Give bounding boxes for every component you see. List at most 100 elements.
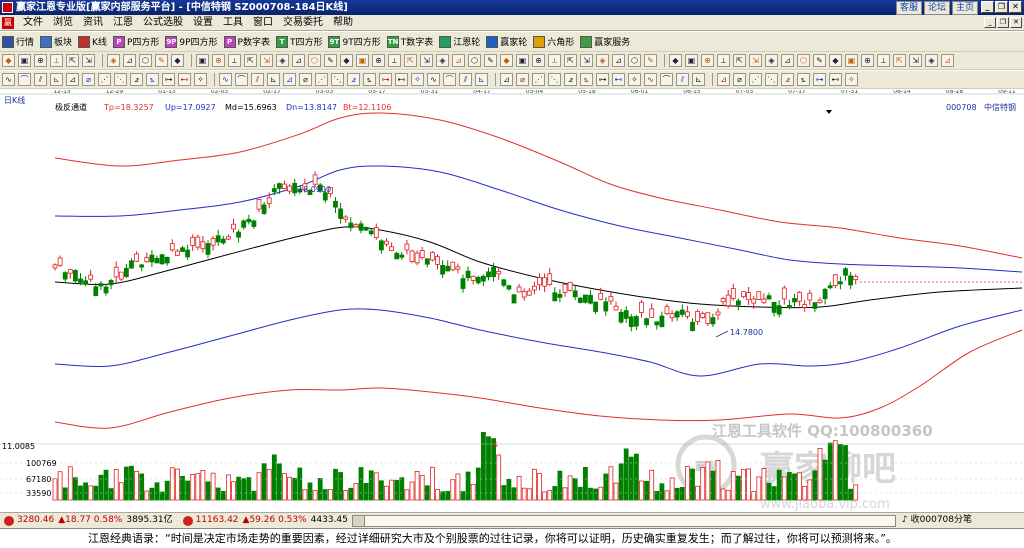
drawing-tool-icon[interactable]: ▣	[356, 54, 369, 67]
gann-tool-icon[interactable]: ⊷	[178, 73, 191, 86]
drawing-tool-icon[interactable]: ◆	[340, 54, 353, 67]
drawing-tool-icon[interactable]: ⟂	[548, 54, 561, 67]
gann-tool-icon[interactable]: ⌀	[733, 73, 746, 86]
toolbar-t-square-button[interactable]: T T四方形	[275, 35, 322, 48]
gann-tool-icon[interactable]: ⊾	[50, 73, 63, 86]
gann-tool-icon[interactable]: ⋰	[98, 73, 111, 86]
drawing-tool-icon[interactable]: ⇲	[82, 54, 95, 67]
doc-minimize-icon[interactable]: _	[984, 17, 996, 28]
drawing-tool-icon[interactable]: ⊿	[612, 54, 625, 67]
drawing-tool-icon[interactable]: ⇲	[749, 54, 762, 67]
toolbar-9p-square-button[interactable]: 9P 9P四方形	[165, 35, 218, 48]
gann-tool-icon[interactable]: ⫽	[251, 73, 264, 86]
gann-tool-icon[interactable]: ⊶	[596, 73, 609, 86]
menu-trading[interactable]: 交易委托	[278, 15, 328, 30]
toolbar-p-number-button[interactable]: P P数字表	[223, 35, 270, 48]
menu-news[interactable]: 资讯	[78, 15, 108, 30]
toolbar-hexagon-button[interactable]: 六角形	[533, 35, 574, 48]
gann-tool-icon[interactable]: ✧	[845, 73, 858, 86]
drawing-tool-icon[interactable]: ◆	[500, 54, 513, 67]
drawing-tool-icon[interactable]: ⬡	[628, 54, 641, 67]
toolbar-winner-wheel-button[interactable]: 赢家轮	[486, 35, 527, 48]
toolbar-grid-button[interactable]: 行情	[2, 35, 34, 48]
toolbar-p-square-button[interactable]: P P四方形	[112, 35, 159, 48]
gann-tool-icon[interactable]: ∿	[219, 73, 232, 86]
gann-tool-icon[interactable]: ⊾	[267, 73, 280, 86]
gann-tool-icon[interactable]: ⋱	[548, 73, 561, 86]
drawing-tool-icon[interactable]: ⊕	[532, 54, 545, 67]
drawing-tool-icon[interactable]: ⟂	[228, 54, 241, 67]
drawing-tool-icon[interactable]: ✎	[324, 54, 337, 67]
toolbar-kline-button[interactable]: K线	[78, 35, 107, 48]
drawing-tool-icon[interactable]: ✎	[155, 54, 168, 67]
gann-tool-icon[interactable]: ⊿	[66, 73, 79, 86]
drawing-tool-icon[interactable]: ⟂	[717, 54, 730, 67]
drawing-tool-icon[interactable]: ◈	[925, 54, 938, 67]
gann-tool-icon[interactable]: ⊿	[717, 73, 730, 86]
gann-tool-icon[interactable]: ⊿	[500, 73, 513, 86]
gann-tool-icon[interactable]: ✧	[411, 73, 424, 86]
gann-tool-icon[interactable]: ⫽	[676, 73, 689, 86]
gann-tool-icon[interactable]: ⊿	[283, 73, 296, 86]
drawing-tool-icon[interactable]: ⊕	[34, 54, 47, 67]
drawing-tool-icon[interactable]: ◆	[171, 54, 184, 67]
gann-tool-icon[interactable]: ✧	[628, 73, 641, 86]
menu-gann[interactable]: 江恩	[108, 15, 138, 30]
drawing-tool-icon[interactable]: ⇲	[260, 54, 273, 67]
menu-settings[interactable]: 设置	[188, 15, 218, 30]
drawing-tool-icon[interactable]: ▣	[685, 54, 698, 67]
drawing-tool-icon[interactable]: ⊿	[452, 54, 465, 67]
drawing-tool-icon[interactable]: ◆	[2, 54, 15, 67]
drawing-tool-icon[interactable]: ⊕	[861, 54, 874, 67]
drawing-tool-icon[interactable]: ▣	[516, 54, 529, 67]
gann-tool-icon[interactable]: ⌒	[235, 73, 248, 86]
drawing-tool-icon[interactable]: ⇱	[564, 54, 577, 67]
gann-tool-icon[interactable]: ⌒	[18, 73, 31, 86]
drawing-tool-icon[interactable]: ▣	[196, 54, 209, 67]
drawing-tool-icon[interactable]: ✎	[484, 54, 497, 67]
gann-tool-icon[interactable]: ⋰	[532, 73, 545, 86]
gann-tool-icon[interactable]: ⫽	[34, 73, 47, 86]
drawing-tool-icon[interactable]: ⇱	[404, 54, 417, 67]
drawing-tool-icon[interactable]: ▣	[845, 54, 858, 67]
gann-tool-icon[interactable]: ⌒	[443, 73, 456, 86]
gann-tool-icon[interactable]: ⊷	[829, 73, 842, 86]
drawing-tool-icon[interactable]: ⊕	[372, 54, 385, 67]
gann-tool-icon[interactable]: ⊶	[379, 73, 392, 86]
drawing-tool-icon[interactable]: ⬡	[139, 54, 152, 67]
gann-tool-icon[interactable]: ⋰	[315, 73, 328, 86]
drawing-tool-icon[interactable]: ⊿	[123, 54, 136, 67]
drawing-tool-icon[interactable]: ◈	[276, 54, 289, 67]
gann-tool-icon[interactable]: ⦨	[130, 73, 143, 86]
toolbar-9t-square-button[interactable]: 9T 9T四方形	[328, 35, 381, 48]
gann-tool-icon[interactable]: ⊶	[162, 73, 175, 86]
drawing-tool-icon[interactable]: ◈	[765, 54, 778, 67]
gann-tool-icon[interactable]: ⦨	[347, 73, 360, 86]
drawing-tool-icon[interactable]: ▣	[18, 54, 31, 67]
gann-tool-icon[interactable]: ⌀	[82, 73, 95, 86]
scroll-thumb[interactable]	[352, 515, 365, 526]
menu-window[interactable]: 窗口	[248, 15, 278, 30]
drawing-tool-icon[interactable]: ⇲	[909, 54, 922, 67]
gann-tool-icon[interactable]: ∿	[2, 73, 15, 86]
menu-file[interactable]: 文件	[18, 15, 48, 30]
link-forum[interactable]: 论坛	[923, 1, 950, 15]
horizontal-scrollbar[interactable]	[351, 514, 896, 527]
drawing-tool-icon[interactable]: ⊿	[292, 54, 305, 67]
gann-tool-icon[interactable]: ⦨	[564, 73, 577, 86]
drawing-tool-icon[interactable]: ⬡	[468, 54, 481, 67]
toolbar-t-number-button[interactable]: TN T数字表	[386, 35, 433, 48]
close-icon[interactable]: ✕	[1009, 1, 1022, 13]
gann-tool-icon[interactable]: ⌀	[299, 73, 312, 86]
gann-tool-icon[interactable]: ⊾	[692, 73, 705, 86]
gann-tool-icon[interactable]: ⋱	[331, 73, 344, 86]
drawing-tool-icon[interactable]: ⊿	[941, 54, 954, 67]
gann-tool-icon[interactable]: ⦨	[781, 73, 794, 86]
drawing-tool-icon[interactable]: ◈	[596, 54, 609, 67]
drawing-tool-icon[interactable]: ⇱	[733, 54, 746, 67]
gann-tool-icon[interactable]: ⋱	[765, 73, 778, 86]
gann-tool-icon[interactable]: ⊾	[475, 73, 488, 86]
drawing-tool-icon[interactable]: ◆	[829, 54, 842, 67]
drawing-tool-icon[interactable]: ◈	[107, 54, 120, 67]
menu-help[interactable]: 帮助	[328, 15, 358, 30]
